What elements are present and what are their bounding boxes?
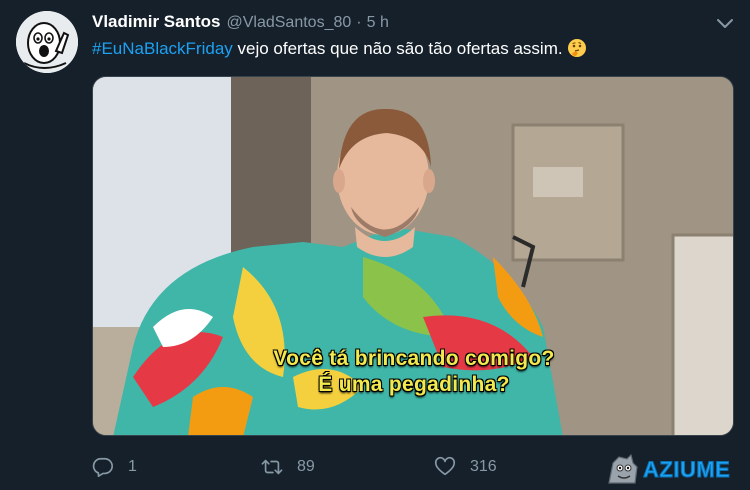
reply-icon [92,457,113,477]
retweet-count: 89 [297,458,315,475]
tweet-body: vejo ofertas que não são tão ofertas ass… [232,39,563,58]
tweet-timestamp[interactable]: 5 h [367,14,389,32]
tweet-header: Vladimir Santos @VladSantos_80 · 5 h [92,12,389,36]
aziume-watermark: AZIUME [605,452,750,488]
tweet[interactable]: Vladimir Santos @VladSantos_80 · 5 h #Eu… [0,0,750,490]
display-name[interactable]: Vladimir Santos [92,12,220,32]
subtitle-line-1: Você tá brincando comigo? [273,347,555,370]
hashtag-link[interactable]: #EuNaBlackFriday [92,39,233,58]
separator-dot: · [356,14,362,31]
avatar[interactable] [16,11,78,73]
watermark-text: AZIUME [642,457,731,483]
like-button[interactable]: 316 [434,452,497,482]
tweet-text: #EuNaBlackFriday vejo ofertas que não sã… [92,38,587,60]
like-count: 316 [470,458,497,475]
retweet-icon [261,459,283,475]
tweet-media-image[interactable]: Você tá brincando comigo? É uma pegadinh… [92,76,734,436]
reply-count: 1 [128,458,137,475]
subtitle-line-2: É uma pegadinha? [318,373,510,396]
heart-icon [434,456,456,476]
reply-button[interactable]: 1 [92,452,137,482]
user-handle[interactable]: @VladSantos_80 [226,14,351,32]
thinking-face-emoji-icon [567,39,586,57]
retweet-button[interactable]: 89 [261,452,315,482]
mascot-logo-icon [608,453,638,484]
chevron-down-icon[interactable] [716,16,734,30]
